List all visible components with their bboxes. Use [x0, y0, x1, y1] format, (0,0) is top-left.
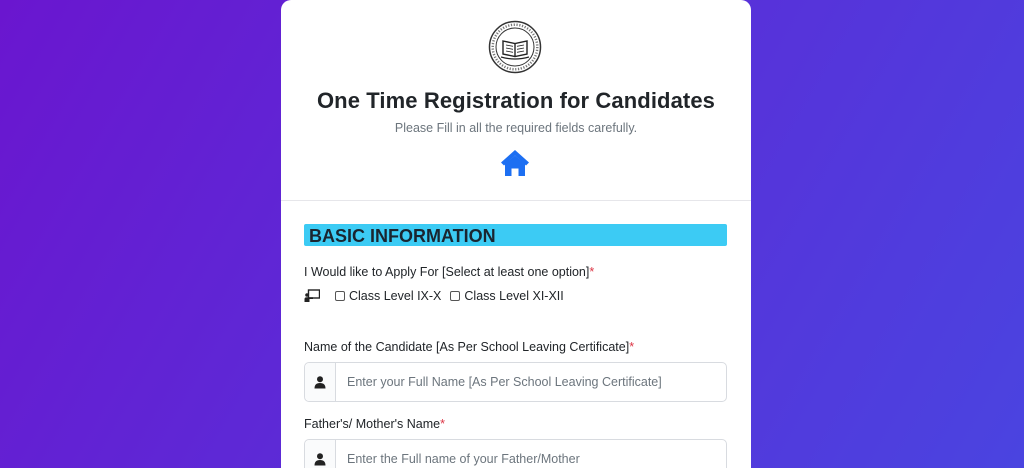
page-subtitle: Please Fill in all the required fields c… [394, 121, 638, 135]
candidate-name-input-group [304, 362, 727, 402]
parent-name-label-text: Father's/ Mother's Name [304, 417, 441, 431]
checkbox-box[interactable] [450, 291, 461, 301]
parent-name-label: Father's/ Mother's Name* [304, 417, 445, 431]
presentation-icon [304, 289, 320, 302]
checkbox-label: Class Level XI-XII [464, 289, 564, 303]
checkbox-class-level-ix-x[interactable]: Class Level IX-X [335, 289, 441, 303]
user-icon [314, 452, 326, 465]
required-mark: * [589, 265, 595, 279]
page-title: One Time Registration for Candidates [316, 88, 716, 113]
checkbox-box[interactable] [335, 291, 345, 301]
required-mark: * [440, 417, 445, 431]
apply-for-label: I Would like to Apply For [Select at lea… [304, 265, 594, 279]
candidate-name-input[interactable] [336, 363, 726, 401]
checkbox-label: Class Level IX-X [349, 289, 442, 303]
required-mark: * [629, 340, 635, 354]
emblem-book-seal-icon [488, 20, 542, 74]
checkbox-class-level-xi-xii[interactable]: Class Level XI-XII [450, 289, 564, 303]
parent-name-input[interactable] [336, 440, 726, 468]
candidate-name-addon [305, 363, 336, 401]
card-header: One Time Registration for Candidates Ple… [281, 0, 751, 201]
candidate-name-label: Name of the Candidate [As Per School Lea… [304, 340, 634, 354]
home-icon[interactable] [500, 149, 530, 177]
candidate-name-label-text: Name of the Candidate [As Per School Lea… [304, 340, 630, 354]
parent-name-addon [305, 440, 336, 468]
parent-name-input-group [304, 439, 727, 468]
section-heading-basic-information: BASIC INFORMATION [304, 224, 727, 246]
apply-for-label-text: I Would like to Apply For [Select at lea… [304, 265, 590, 279]
apply-for-options: Class Level IX-X Class Level XI-XII [304, 289, 573, 303]
user-icon [314, 375, 326, 388]
registration-card: One Time Registration for Candidates Ple… [281, 0, 751, 468]
